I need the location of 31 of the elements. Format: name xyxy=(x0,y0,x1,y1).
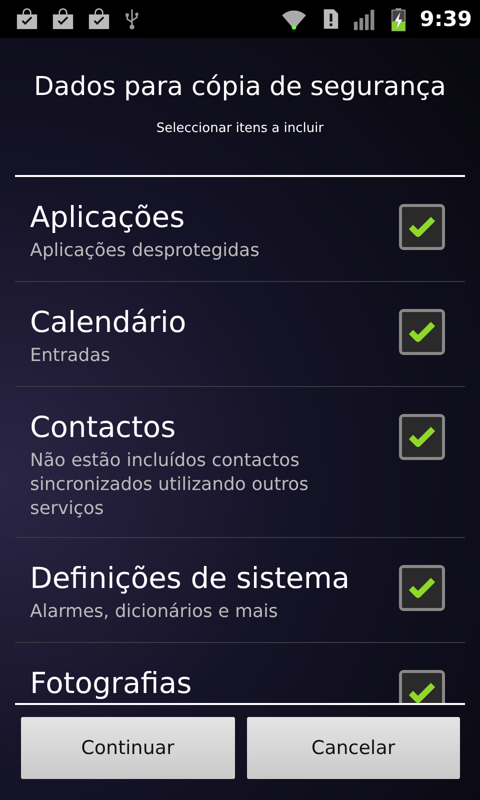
item-summary: Alarmes, dicionários e mais xyxy=(30,600,279,624)
clock-time: 9:39 xyxy=(420,7,472,31)
dialog-button[interactable]: Continuar xyxy=(21,717,234,779)
list-item[interactable]: Contactos Não estão incluídos contactos sincronizados utilizando outros serviços xyxy=(15,387,465,537)
dialog-button[interactable]: Cancelar xyxy=(246,717,460,779)
bag-check-icon xyxy=(52,8,74,30)
checkbox[interactable] xyxy=(399,670,445,703)
item-title: Contactos xyxy=(30,409,177,445)
item-title: Definições de sistema xyxy=(30,560,350,596)
item-summary: Não estão incluídos contactos sincronizados utilizando outros serviços xyxy=(30,449,310,521)
bag-check-icon xyxy=(88,8,110,30)
checkbox[interactable] xyxy=(399,565,445,611)
dialog-title: Dados para cópia de segurança xyxy=(34,72,446,102)
list-item[interactable]: Fotografias xyxy=(15,643,465,703)
dialog-subtitle: Seleccionar itens a incluir xyxy=(156,121,324,136)
list-item[interactable]: Definições de sistema Alarmes, dicionários e mais xyxy=(15,538,465,642)
item-title: Calendário xyxy=(30,304,186,340)
usb-icon xyxy=(124,7,140,31)
list-item[interactable]: Calendário Entradas xyxy=(15,282,465,386)
alert-icon xyxy=(322,8,339,30)
bag-check-icon xyxy=(16,8,38,30)
battery-charging-icon xyxy=(390,6,406,32)
item-summary: Entradas xyxy=(30,344,112,368)
checkbox[interactable] xyxy=(399,204,445,250)
item-summary: Aplicações desprotegidas xyxy=(30,239,260,263)
checkbox[interactable] xyxy=(399,309,445,355)
signal-icon xyxy=(352,7,377,31)
list-item[interactable]: Aplicações Aplicações desprotegidas xyxy=(15,177,465,281)
item-title: Aplicações xyxy=(30,199,186,235)
checkbox[interactable] xyxy=(399,414,445,460)
item-title: Fotografias xyxy=(30,665,192,701)
